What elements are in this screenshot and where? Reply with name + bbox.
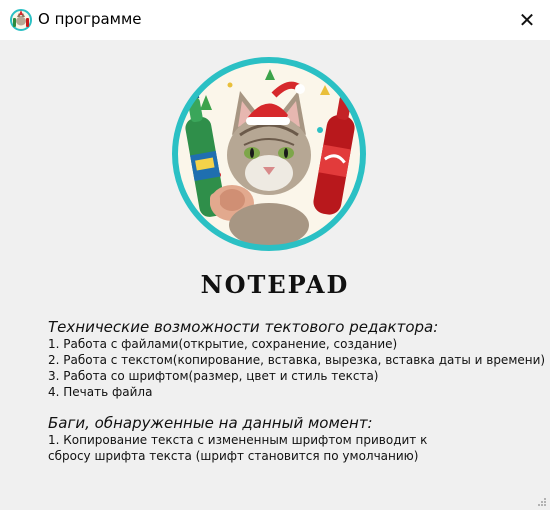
app-icon xyxy=(10,9,32,31)
logo-title: NOTEPAD xyxy=(200,270,350,299)
bug-item: 1. Копирование текста с измененным шрифт… xyxy=(48,433,428,447)
window-title: О программе xyxy=(38,10,142,28)
title-bar: О программе ✕ xyxy=(0,0,550,40)
bugs-section: Баги, обнаруженные на данный момент: 1. … xyxy=(48,414,427,464)
bug-item: сбросу шрифта текста (шрифт становится п… xyxy=(48,449,419,463)
features-heading: Технические возможности тектового редакт… xyxy=(48,318,439,336)
feature-item: 3. Работа со шрифтом(размер, цвет и стил… xyxy=(48,369,379,383)
features-section: Технические возможности тектового редакт… xyxy=(48,318,545,400)
close-button[interactable]: ✕ xyxy=(504,0,550,40)
logo-image xyxy=(172,57,366,251)
feature-item: 1. Работа с файлами(открытие, сохранение… xyxy=(48,337,398,351)
resize-grip-icon[interactable] xyxy=(537,497,547,507)
close-icon: ✕ xyxy=(518,8,536,32)
feature-item: 2. Работа с текстом(копирование, вставка… xyxy=(48,353,546,367)
bugs-heading: Баги, обнаруженные на данный момент: xyxy=(48,414,373,432)
feature-item: 4. Печать файла xyxy=(48,385,153,399)
